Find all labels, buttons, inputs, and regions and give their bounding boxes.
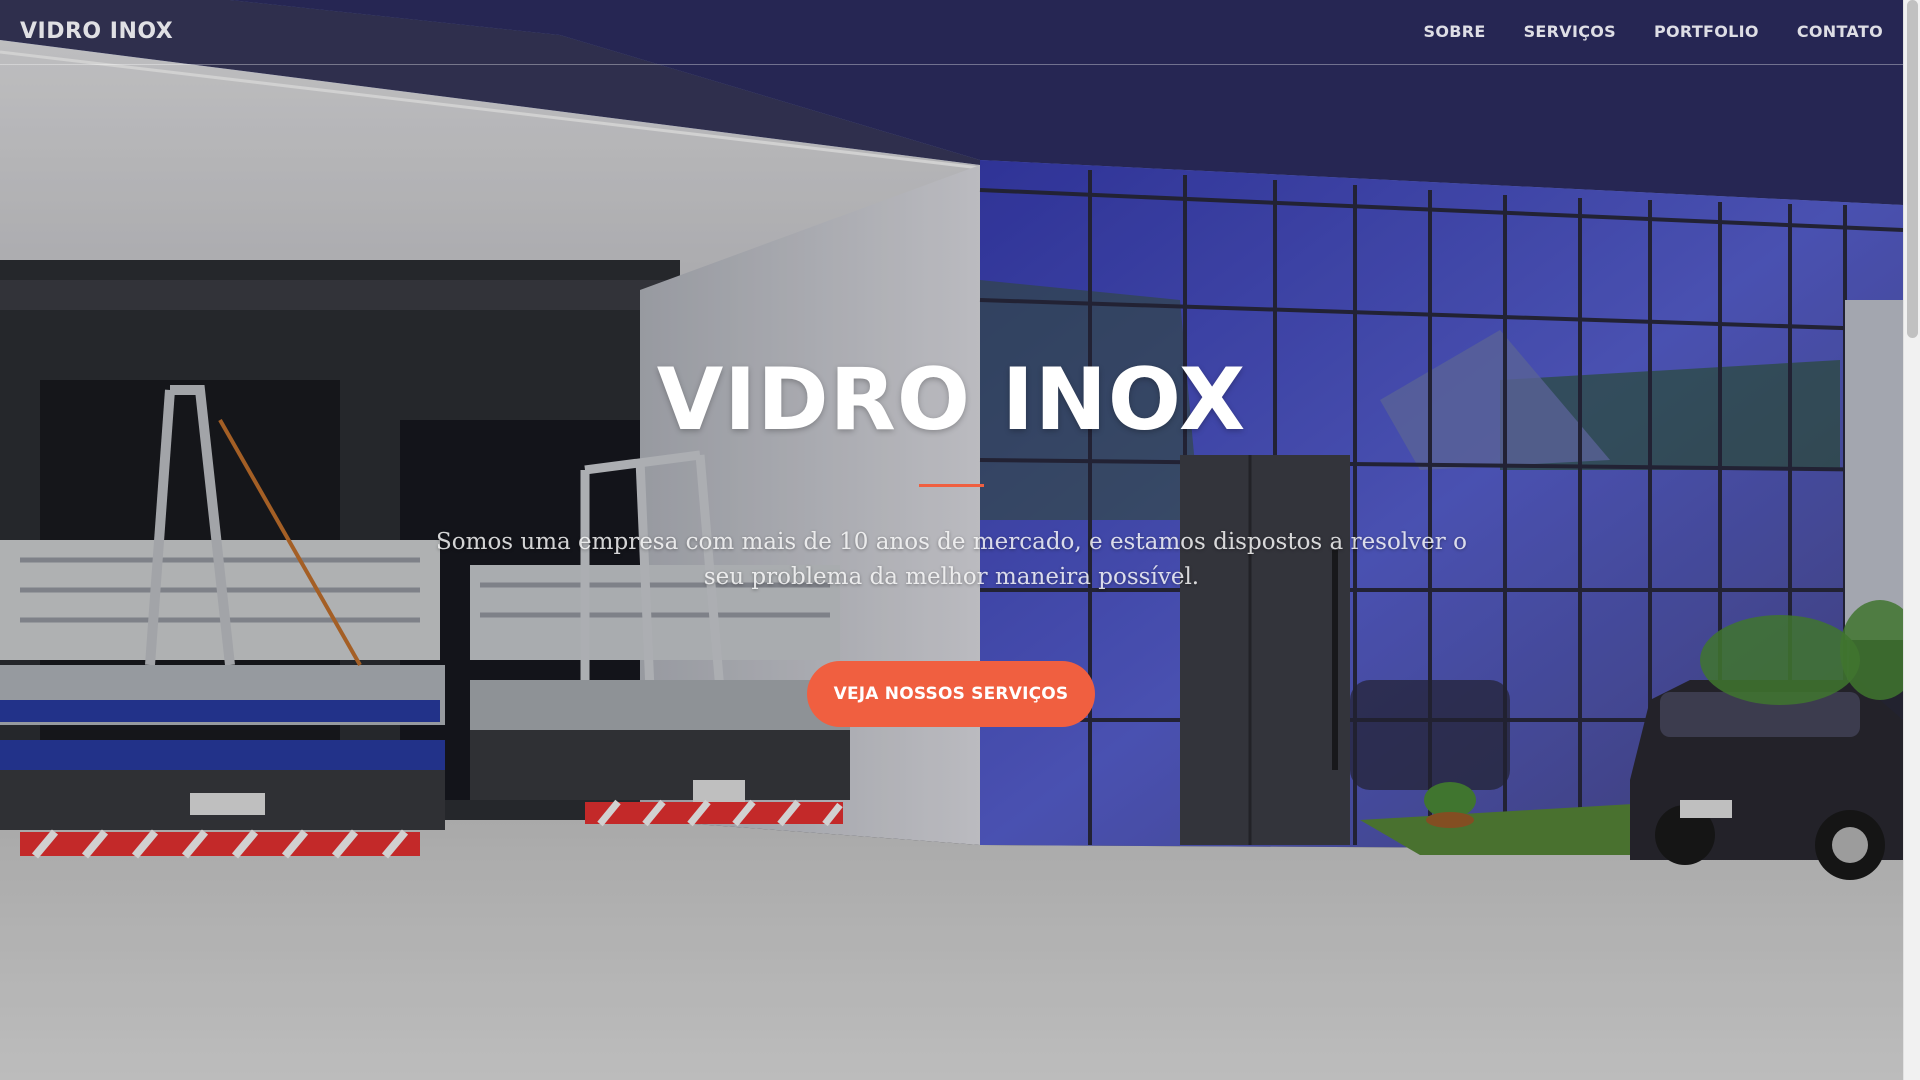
hero-divider <box>919 484 984 487</box>
hero-section: VIDRO INOX Somos uma empresa com mais de… <box>0 0 1903 1080</box>
scrollbar-thumb[interactable] <box>1907 0 1918 338</box>
hero-title: VIDRO INOX <box>656 350 1247 450</box>
hero-subtitle: Somos uma empresa com mais de 10 anos de… <box>436 529 1467 590</box>
page-scrollbar[interactable] <box>1903 0 1920 1080</box>
page: VIDRO INOX SOBRE SERVIÇOS PORTFOLIO CONT… <box>0 0 1920 1080</box>
services-cta-button[interactable]: VEJA NOSSOS SERVIÇOS <box>807 661 1095 727</box>
